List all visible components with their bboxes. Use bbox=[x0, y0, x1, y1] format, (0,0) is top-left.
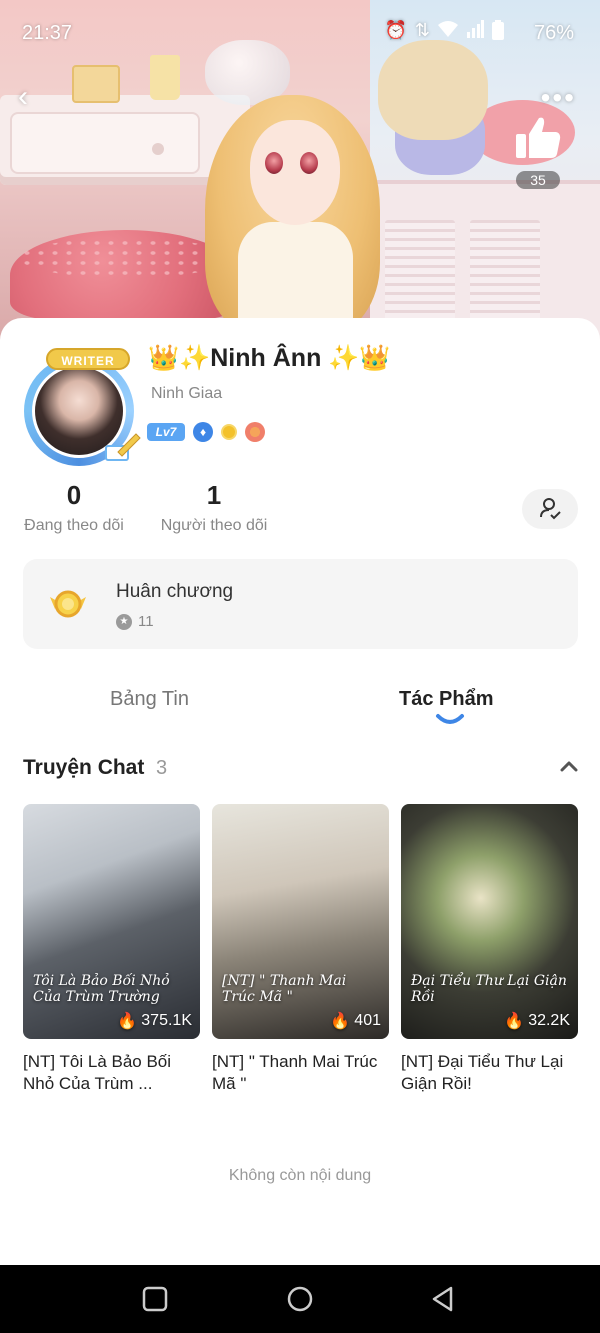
end-of-content-text: Không còn nội dung bbox=[228, 1167, 372, 1184]
display-name: 👑✨Ninh Ânn ✨👑 bbox=[148, 344, 391, 372]
chevron-up-icon[interactable] bbox=[560, 759, 578, 773]
story-card[interactable]: Đại Tiểu Thư Lại Giận Rồi 🔥 32.2K [NT] Đ… bbox=[401, 804, 578, 1095]
wifi-icon bbox=[438, 20, 458, 45]
back-arrow-icon: ‹ bbox=[18, 80, 28, 113]
alarm-icon: ⏰ bbox=[384, 20, 407, 40]
story-views: 🔥 401 bbox=[330, 1011, 381, 1031]
status-bar: 21:37 ⏰ ⇅ 76% bbox=[0, 0, 600, 64]
story-views-count: 401 bbox=[354, 1012, 381, 1029]
medal-icon bbox=[50, 590, 86, 618]
story-cover-text: [NT] " Thanh Mai Trúc Mã " bbox=[222, 973, 347, 1005]
pen-icon bbox=[105, 433, 141, 461]
badge-row: Lv7 ♦ bbox=[147, 422, 265, 442]
story-title: [NT] Đại Tiểu Thư Lại Giận Rồi! bbox=[401, 1052, 564, 1093]
medals-card[interactable]: Huân chương ★ 11 bbox=[23, 559, 578, 649]
home-icon[interactable] bbox=[286, 1285, 314, 1313]
tab-active-indicator bbox=[436, 714, 464, 724]
story-cover: Tôi Là Bảo Bối Nhỏ Của Trùm Trường 🔥 375… bbox=[23, 804, 200, 1039]
character-face bbox=[250, 120, 340, 225]
more-options-button[interactable]: ••• bbox=[541, 84, 576, 112]
like-count: 35 bbox=[516, 171, 560, 189]
story-views-count: 32.2K bbox=[528, 1012, 570, 1029]
following-count: 0 bbox=[66, 480, 82, 510]
recent-apps-icon[interactable] bbox=[141, 1285, 169, 1313]
star-icon: ★ bbox=[116, 613, 132, 630]
data-arrows-icon: ⇅ bbox=[414, 20, 430, 40]
story-cover: [NT] " Thanh Mai Trúc Mã " 🔥 401 bbox=[212, 804, 389, 1039]
medals-title: Huân chương bbox=[116, 581, 234, 602]
story-title: [NT] " Thanh Mai Trúc Mã " bbox=[212, 1052, 378, 1093]
story-views-count: 375.1K bbox=[141, 1012, 192, 1029]
flame-icon: 🔥 bbox=[330, 1013, 351, 1030]
followers-stat[interactable]: 1 Người theo dõi bbox=[158, 480, 270, 535]
story-cover-text: Đại Tiểu Thư Lại Giận Rồi bbox=[411, 973, 567, 1005]
system-navigation-bar bbox=[0, 1265, 600, 1333]
battery-percent: 76% bbox=[533, 22, 574, 44]
username: Ninh Giaa bbox=[151, 385, 223, 402]
following-stat[interactable]: 0 Đang theo dõi bbox=[22, 480, 126, 535]
story-card[interactable]: [NT] " Thanh Mai Trúc Mã " 🔥 401 [NT] " … bbox=[212, 804, 389, 1095]
writer-badge: WRITER bbox=[46, 348, 130, 370]
follow-status-button[interactable] bbox=[522, 489, 578, 529]
user-check-icon bbox=[540, 498, 561, 520]
story-cover-text: Tôi Là Bảo Bối Nhỏ Của Trùm Trường bbox=[33, 973, 170, 1005]
tab-feed[interactable]: Bảng Tin bbox=[110, 688, 189, 711]
level-badge[interactable]: Lv7 bbox=[147, 423, 185, 441]
profile-card: WRITER 👑✨Ninh Ânn ✨👑 Ninh Giaa Lv7 ♦ 0 Đ… bbox=[0, 318, 600, 1265]
like-button[interactable]: 35 bbox=[512, 112, 564, 190]
drop-badge-icon[interactable]: ♦ bbox=[193, 422, 213, 442]
flame-icon: 🔥 bbox=[117, 1013, 138, 1030]
flower-badge-icon[interactable] bbox=[245, 422, 265, 442]
story-views: 🔥 32.2K bbox=[504, 1011, 570, 1031]
status-time: 21:37 bbox=[22, 22, 73, 44]
medals-count: 11 bbox=[138, 613, 154, 630]
avatar[interactable]: WRITER bbox=[24, 348, 141, 466]
following-label: Đang theo dõi bbox=[24, 517, 124, 534]
medals-count-row: ★ 11 bbox=[116, 613, 154, 630]
coin-badge-icon[interactable] bbox=[221, 424, 237, 440]
story-cover: Đại Tiểu Thư Lại Giận Rồi 🔥 32.2K bbox=[401, 804, 578, 1039]
flame-icon: 🔥 bbox=[504, 1013, 525, 1030]
followers-label: Người theo dõi bbox=[160, 517, 268, 534]
story-views: 🔥 375.1K bbox=[117, 1011, 192, 1031]
tab-works[interactable]: Tác Phẩm bbox=[399, 688, 493, 711]
more-dots-icon: ••• bbox=[540, 82, 576, 113]
signal-icon bbox=[466, 20, 484, 45]
back-triangle-icon[interactable] bbox=[429, 1285, 457, 1313]
story-card[interactable]: Tôi Là Bảo Bối Nhỏ Của Trùm Trường 🔥 375… bbox=[23, 804, 200, 1095]
section-count: 3 bbox=[156, 757, 168, 779]
back-button[interactable]: ‹ bbox=[18, 82, 48, 112]
story-title: [NT] Tôi Là Bảo Bối Nhỏ Của Trùm ... bbox=[23, 1052, 172, 1093]
thumbs-up-icon bbox=[516, 117, 561, 158]
battery-icon bbox=[492, 20, 504, 45]
followers-count: 1 bbox=[206, 480, 222, 510]
section-title: Truyện Chat bbox=[23, 756, 145, 779]
